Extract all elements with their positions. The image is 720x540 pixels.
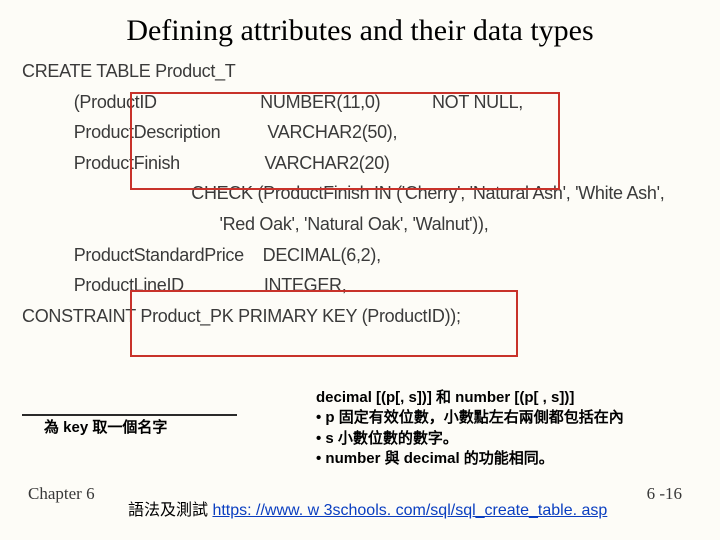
callout-key-name: 為 key 取一個名字	[44, 416, 167, 437]
sql-code-block: CREATE TABLE Product_T (ProductID NUMBER…	[0, 56, 720, 331]
callout-line-3: • s 小數位數的數字。	[316, 429, 716, 449]
callout-decimal-explain: decimal [(p[, s])] 和 number [(p[ , s])] …	[316, 388, 716, 469]
chapter-label: Chapter 6	[28, 484, 95, 504]
callout-line-4: • number 與 decimal 的功能相同。	[316, 449, 716, 469]
footer-url[interactable]: https: //www. w 3schools. com/sql/sql_cr…	[212, 502, 607, 519]
highlight-box-price	[130, 290, 518, 357]
page-title: Defining attributes and their data types	[0, 0, 720, 56]
callout-line-1: decimal [(p[, s])] 和 number [(p[ , s])]	[316, 388, 716, 408]
highlight-box-columns	[130, 92, 560, 190]
footer-link-row: 語法及測試 https: //www. w 3schools. com/sql/…	[128, 496, 607, 520]
page-number: 6 -16	[647, 484, 682, 504]
callout-line-2: • p 固定有效位數，小數點左右兩側都包括在內	[316, 408, 716, 428]
footer-label: 語法及測試	[128, 502, 212, 519]
